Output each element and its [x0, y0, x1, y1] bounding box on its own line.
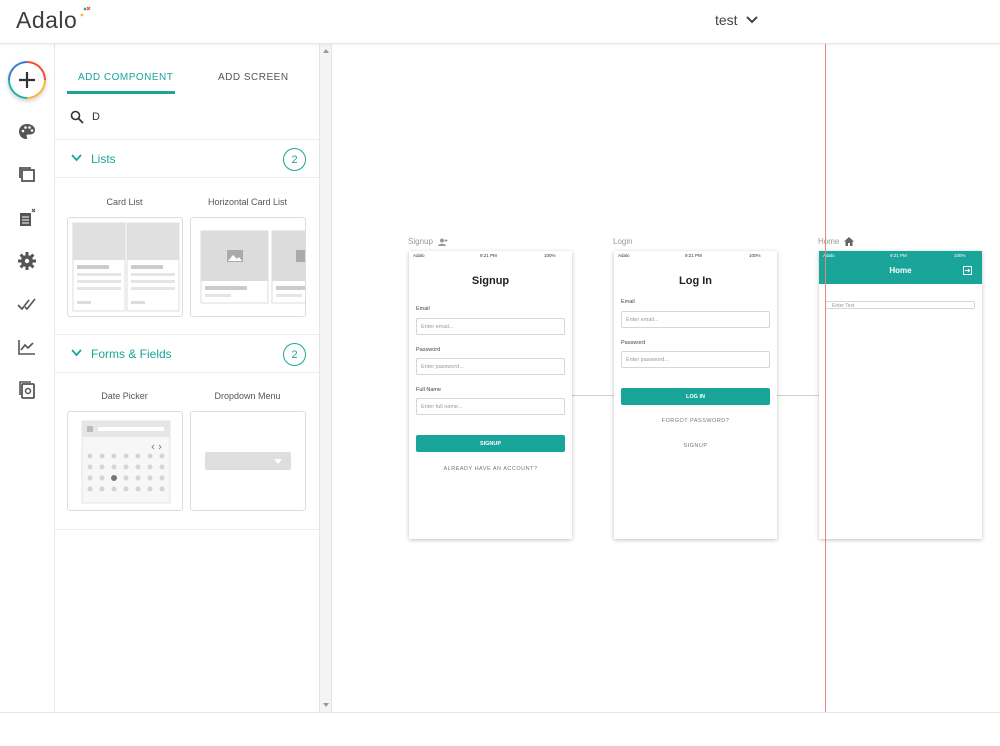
status-time: 9:21 PM — [685, 253, 702, 258]
bottom-bar — [0, 712, 1000, 746]
password-field[interactable]: Enter password... — [416, 358, 565, 375]
add-component-panel: ADD COMPONENT ADD SCREEN Lists 2 Card Li… — [55, 44, 319, 712]
screen-title: Log In — [679, 275, 712, 287]
logout-icon[interactable] — [963, 266, 972, 275]
gear-icon[interactable] — [17, 251, 37, 271]
signup-button[interactable]: SIGNUP — [416, 435, 565, 452]
component-date-picker[interactable] — [67, 411, 183, 511]
screen-title: Home — [889, 266, 912, 275]
field-label: Email — [416, 306, 430, 312]
adalo-editor: Adalo test ADD COMPONENT ADD SCREEN D Li… — [0, 0, 1000, 746]
analytics-icon[interactable] — [17, 337, 37, 357]
search-input[interactable] — [92, 107, 292, 127]
screen-home[interactable]: Adalo 9:21 PM 100% Home Enter Text — [819, 251, 982, 539]
field-label: Full Name — [416, 387, 442, 393]
adalo-logo[interactable]: Adalo — [16, 7, 77, 34]
app-canvas[interactable]: Signup Adalo 9:21 PM 100% Signup Email E… — [332, 44, 1000, 712]
component-horizontal-card-list[interactable] — [190, 217, 306, 317]
screen-title: Signup — [471, 275, 510, 287]
component-label: Date Picker — [101, 391, 148, 401]
status-bar: Adalo 9:21 PM 100% — [409, 251, 572, 261]
field-label: Email — [621, 299, 635, 305]
panel-scrollbar[interactable] — [319, 44, 332, 712]
battery: 100% — [954, 253, 966, 258]
logo-sparkle-icon — [80, 6, 91, 17]
section-count-badge: 2 — [283, 343, 306, 366]
plus-icon — [19, 72, 35, 88]
section-title: Lists — [91, 152, 116, 166]
section-count-badge: 2 — [283, 148, 306, 171]
component-card-list[interactable] — [67, 217, 183, 317]
date-picker-preview — [81, 420, 171, 504]
top-bar: Adalo test — [0, 0, 1000, 44]
login-button[interactable]: LOG IN — [621, 388, 770, 405]
screen-label-home[interactable]: Home — [818, 237, 855, 246]
scroll-up-arrow[interactable] — [323, 49, 329, 53]
tab-add-screen[interactable]: ADD SCREEN — [218, 72, 289, 83]
palette-icon[interactable] — [17, 122, 37, 142]
full-name-field[interactable]: Enter full name... — [416, 398, 565, 415]
carrier: Adalo — [618, 253, 630, 258]
chevron-down-icon — [71, 154, 82, 162]
tab-add-component[interactable]: ADD COMPONENT — [78, 72, 173, 83]
component-dropdown-menu[interactable] — [190, 411, 306, 511]
section-title: Forms & Fields — [91, 347, 172, 361]
battery: 100% — [544, 253, 556, 258]
email-field[interactable]: Enter email... — [416, 318, 565, 335]
component-label: Horizontal Card List — [207, 197, 288, 207]
password-field[interactable]: Enter password... — [621, 351, 770, 368]
component-label: Dropdown Menu — [214, 391, 281, 401]
horizontal-card-list-preview — [200, 230, 305, 304]
carrier: Adalo — [413, 253, 425, 258]
signup-link[interactable]: SIGNUP — [614, 443, 777, 449]
project-name: test — [715, 12, 738, 28]
screen-label-signup[interactable]: Signup — [408, 237, 448, 246]
battery: 100% — [749, 253, 761, 258]
screen-signup[interactable]: Adalo 9:21 PM 100% Signup Email Enter em… — [409, 251, 572, 539]
screen-name: Home — [818, 237, 840, 246]
status-time: 9:21 PM — [480, 253, 497, 258]
scroll-down-arrow[interactable] — [323, 703, 329, 707]
screen-label-login[interactable]: Login — [613, 237, 633, 246]
email-field[interactable]: Enter email... — [621, 311, 770, 328]
add-panel-button[interactable] — [8, 61, 46, 99]
chevron-down-icon — [71, 349, 82, 357]
status-bar: Adalo 9:21 PM 100% — [614, 251, 777, 261]
text-input[interactable]: Enter Text — [825, 301, 975, 309]
status-bar: Adalo 9:21 PM 100% — [819, 251, 982, 261]
screen-login[interactable]: Adalo 9:21 PM 100% Log In Email Enter em… — [614, 251, 777, 539]
component-search — [55, 94, 319, 140]
section-header-forms-fields[interactable]: Forms & Fields 2 — [55, 335, 319, 373]
card-list-preview — [72, 222, 180, 312]
add-user-icon — [437, 238, 448, 246]
panel-tabs: ADD COMPONENT ADD SCREEN — [55, 44, 319, 94]
alignment-guide — [825, 44, 826, 712]
forgot-password-link[interactable]: FORGOT PASSWORD? — [614, 418, 777, 424]
section-divider — [55, 529, 319, 530]
database-icon[interactable] — [17, 208, 37, 228]
component-label: Card List — [106, 197, 143, 207]
section-header-lists[interactable]: Lists 2 — [55, 140, 319, 178]
search-icon — [70, 110, 84, 124]
dropdown-menu-preview — [205, 452, 291, 470]
screen-name: Login — [613, 237, 633, 246]
link-arrow — [571, 395, 614, 396]
screens-icon[interactable] — [17, 165, 37, 185]
field-label: Password — [621, 340, 646, 346]
field-label: Password — [416, 347, 441, 353]
screen-name: Signup — [408, 237, 433, 246]
link-arrow — [776, 395, 819, 396]
chevron-down-icon — [745, 16, 758, 24]
status-time: 9:21 PM — [890, 253, 907, 258]
publish-check-icon[interactable] — [17, 294, 37, 314]
project-switcher[interactable]: test — [715, 12, 758, 28]
home-icon — [844, 237, 855, 246]
marketplace-icon[interactable] — [17, 380, 37, 400]
left-toolbar — [0, 44, 55, 712]
login-link[interactable]: ALREADY HAVE AN ACCOUNT? — [409, 466, 572, 472]
